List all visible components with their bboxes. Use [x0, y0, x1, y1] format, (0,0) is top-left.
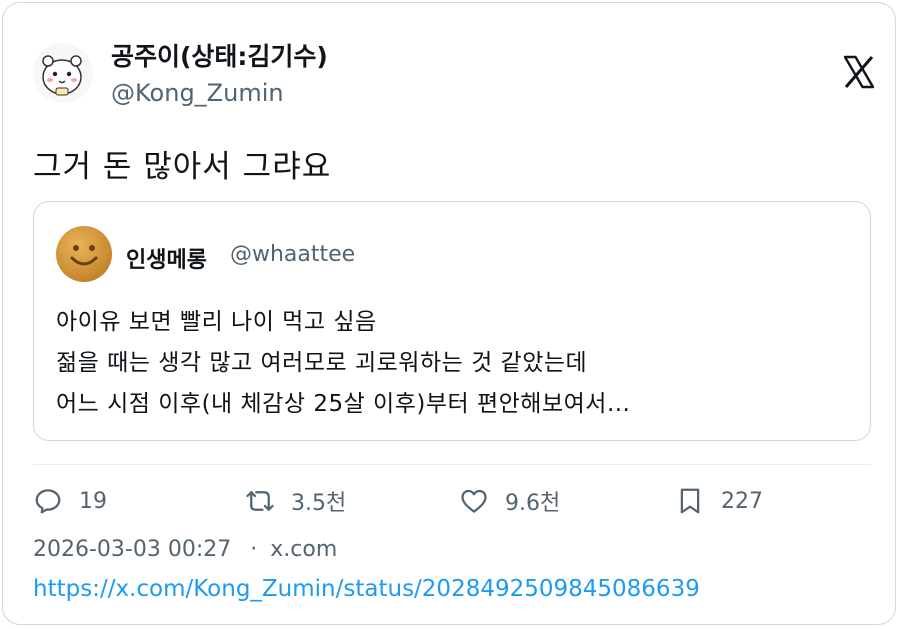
meta-separator: ·: [250, 537, 258, 562]
tweet-text: 그거 돈 많아서 그랴요: [33, 149, 332, 185]
hamster-avatar-icon: [33, 43, 93, 103]
like-button[interactable]: 9.6천: [459, 481, 560, 521]
bookmark-count: 227: [721, 488, 763, 514]
quoted-text-line-1: 아이유 보면 빨리 나이 먹고 싶음: [56, 309, 377, 335]
quoted-tweet[interactable]: 인생메롱 @whaattee 아이유 보면 빨리 나이 먹고 싶음 젊을 때는 …: [33, 201, 871, 441]
x-logo-icon[interactable]: [843, 55, 875, 89]
retweet-button[interactable]: 3.5천: [245, 481, 346, 521]
quoted-handle: @whaattee: [230, 242, 356, 267]
quoted-text-line-3: 어느 시점 이후(내 체감상 25살 이후)부터 편안해보여서...: [56, 391, 631, 417]
tweet-meta: 2026-03-03 00:27 · x.com: [33, 537, 337, 562]
retweet-count: 3.5천: [291, 491, 347, 516]
smiley-potato-avatar-icon[interactable]: [56, 226, 112, 282]
divider: [33, 464, 871, 465]
author-avatar[interactable]: [33, 43, 93, 103]
reply-count: 19: [79, 488, 107, 514]
source: x.com: [270, 537, 338, 562]
retweet-icon: [246, 491, 274, 511]
author-handle[interactable]: @Kong_Zumin: [111, 79, 284, 107]
timestamp[interactable]: 2026-03-03 00:27: [33, 537, 231, 562]
reply-icon: [35, 489, 61, 514]
bookmark-button[interactable]: 227: [675, 481, 763, 521]
reply-button[interactable]: 19: [33, 481, 107, 521]
like-count: 9.6천: [505, 491, 561, 516]
quoted-text-line-2: 젊을 때는 생각 많고 여러모로 괴로워하는 것 같았는데: [56, 350, 588, 376]
status-link[interactable]: https://x.com/Kong_Zumin/status/20284925…: [33, 576, 700, 602]
tweet-card: 공주이(상태:김기수) @Kong_Zumin 그거 돈 많아서 그랴요 인생메…: [2, 2, 896, 625]
author-display-name[interactable]: 공주이(상태:김기수): [111, 37, 328, 73]
bookmark-icon: [680, 488, 700, 514]
quoted-display-name: 인생메롱: [126, 248, 207, 273]
heart-icon: [461, 489, 487, 513]
